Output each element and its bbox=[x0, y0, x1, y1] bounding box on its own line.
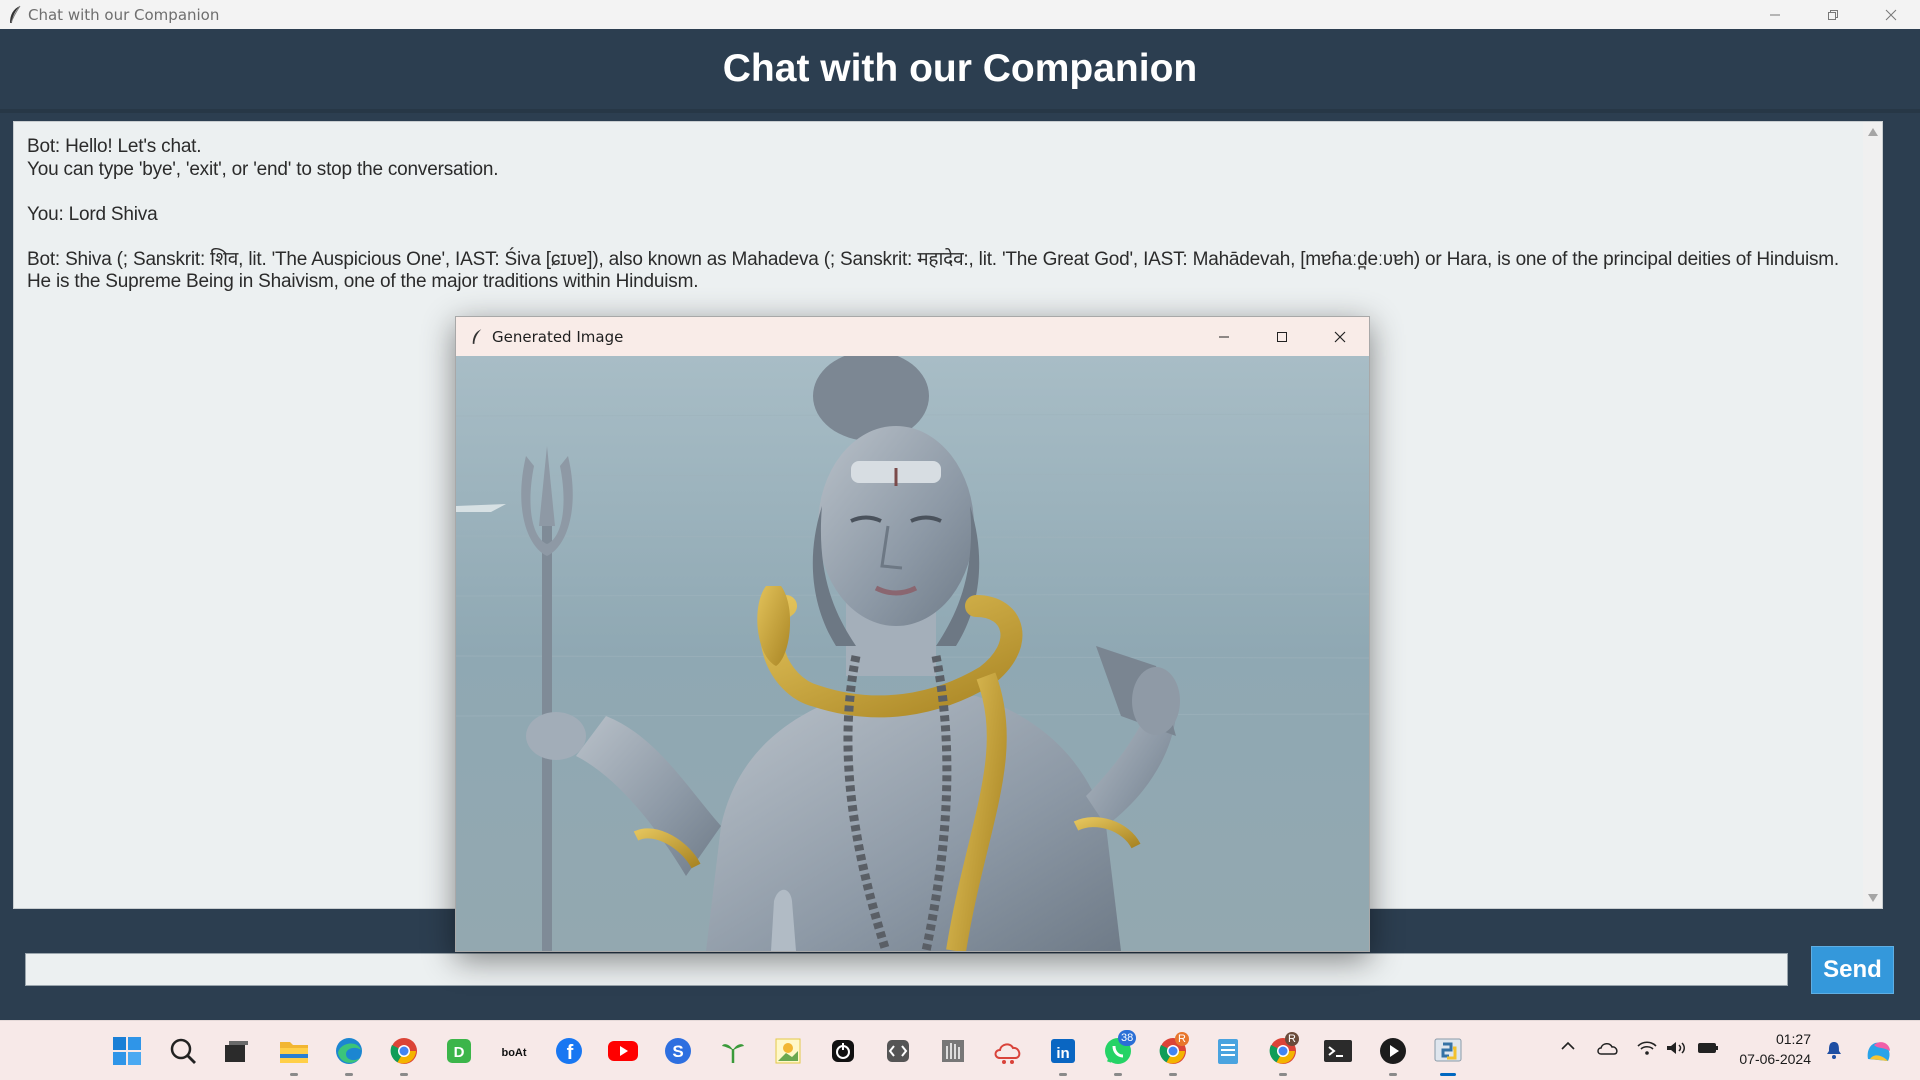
chat-messages: Bot: Hello! Let's chat. You can type 'by… bbox=[27, 136, 1857, 294]
cloud-app-icon[interactable] bbox=[992, 1035, 1024, 1067]
chat-message-bot-greeting: Bot: Hello! Let's chat. You can type 'by… bbox=[27, 136, 499, 180]
chevron-up-icon[interactable] bbox=[1560, 1039, 1576, 1057]
window-titlebar: Chat with our Companion bbox=[0, 0, 1920, 29]
linkedin-icon[interactable]: in bbox=[1047, 1035, 1079, 1067]
svg-text:in: in bbox=[1056, 1045, 1069, 1062]
app-header: Chat with our Companion bbox=[0, 29, 1920, 109]
play-icon[interactable] bbox=[1377, 1035, 1409, 1067]
facebook-icon[interactable]: f bbox=[553, 1035, 585, 1067]
minimize-icon[interactable] bbox=[1195, 317, 1253, 356]
generated-image-window: Generated Image bbox=[455, 316, 1370, 952]
popup-title: Generated Image bbox=[492, 327, 624, 346]
hand-app-icon[interactable] bbox=[937, 1035, 969, 1067]
window-controls bbox=[1746, 0, 1920, 29]
svg-text:D: D bbox=[454, 1044, 465, 1061]
code-app-icon[interactable] bbox=[882, 1035, 914, 1067]
feather-icon bbox=[468, 326, 486, 348]
boat-icon[interactable]: boAt bbox=[498, 1035, 530, 1067]
header-divider bbox=[0, 109, 1920, 113]
python-icon[interactable] bbox=[1432, 1035, 1464, 1067]
whatsapp-unread-badge: 38 bbox=[1118, 1030, 1137, 1046]
notepad-icon[interactable] bbox=[1212, 1035, 1244, 1067]
windows-logo-icon[interactable] bbox=[111, 1035, 143, 1067]
chat-message-user: You: Lord Shiva bbox=[27, 203, 158, 225]
svg-text:boAt: boAt bbox=[501, 1047, 526, 1059]
task-view-icon[interactable] bbox=[220, 1035, 252, 1067]
svg-text:S: S bbox=[672, 1042, 683, 1061]
message-input[interactable] bbox=[25, 953, 1788, 986]
wifi-icon[interactable] bbox=[1636, 1039, 1658, 1061]
s-app-icon[interactable]: S bbox=[662, 1035, 694, 1067]
d-app-icon[interactable]: D bbox=[443, 1035, 475, 1067]
chrome-profile-badge: R bbox=[1175, 1032, 1189, 1046]
copilot-icon[interactable] bbox=[1864, 1037, 1894, 1069]
feather-icon bbox=[4, 4, 26, 26]
maximize-icon[interactable] bbox=[1253, 317, 1311, 356]
chat-message-bot-reply: Bot: Shiva (; Sanskrit: शिव, lit. 'The A… bbox=[27, 248, 1845, 293]
clock-date: 07-06-2024 bbox=[1739, 1051, 1811, 1067]
search-icon[interactable] bbox=[167, 1035, 199, 1067]
sprout-icon[interactable] bbox=[717, 1035, 749, 1067]
taskbar: D boAt f S in 38 R R 01:27 07-06-2024 bbox=[0, 1020, 1920, 1080]
notification-bell-icon[interactable] bbox=[1825, 1040, 1843, 1064]
close-icon[interactable] bbox=[1311, 317, 1369, 356]
photo-app-icon[interactable] bbox=[772, 1035, 804, 1067]
svg-text:f: f bbox=[567, 1042, 574, 1064]
youtube-icon[interactable] bbox=[607, 1035, 639, 1067]
power-app-icon[interactable] bbox=[827, 1035, 859, 1067]
battery-icon[interactable] bbox=[1696, 1040, 1720, 1060]
onedrive-icon[interactable] bbox=[1596, 1040, 1620, 1062]
chrome-profile-badge: R bbox=[1285, 1032, 1299, 1046]
minimize-icon[interactable] bbox=[1746, 0, 1804, 29]
terminal-icon[interactable] bbox=[1322, 1035, 1354, 1067]
send-button[interactable]: Send bbox=[1811, 946, 1894, 994]
generated-image bbox=[456, 356, 1369, 951]
scroll-down-icon[interactable] bbox=[1868, 894, 1878, 902]
edge-icon[interactable] bbox=[333, 1035, 365, 1067]
chrome-icon[interactable] bbox=[388, 1035, 420, 1067]
window-title: Chat with our Companion bbox=[28, 5, 220, 24]
page-title: Chat with our Companion bbox=[722, 47, 1198, 90]
clock[interactable]: 01:27 07-06-2024 bbox=[1733, 1029, 1811, 1069]
folder-icon[interactable] bbox=[278, 1035, 310, 1067]
close-icon[interactable] bbox=[1862, 0, 1920, 29]
restore-icon[interactable] bbox=[1804, 0, 1862, 29]
volume-icon[interactable] bbox=[1665, 1039, 1687, 1061]
scroll-up-icon[interactable] bbox=[1868, 128, 1878, 136]
chat-scrollbar[interactable] bbox=[1863, 122, 1882, 908]
clock-time: 01:27 bbox=[1775, 1031, 1811, 1047]
popup-controls bbox=[1195, 317, 1369, 356]
popup-titlebar[interactable]: Generated Image bbox=[456, 317, 1369, 356]
